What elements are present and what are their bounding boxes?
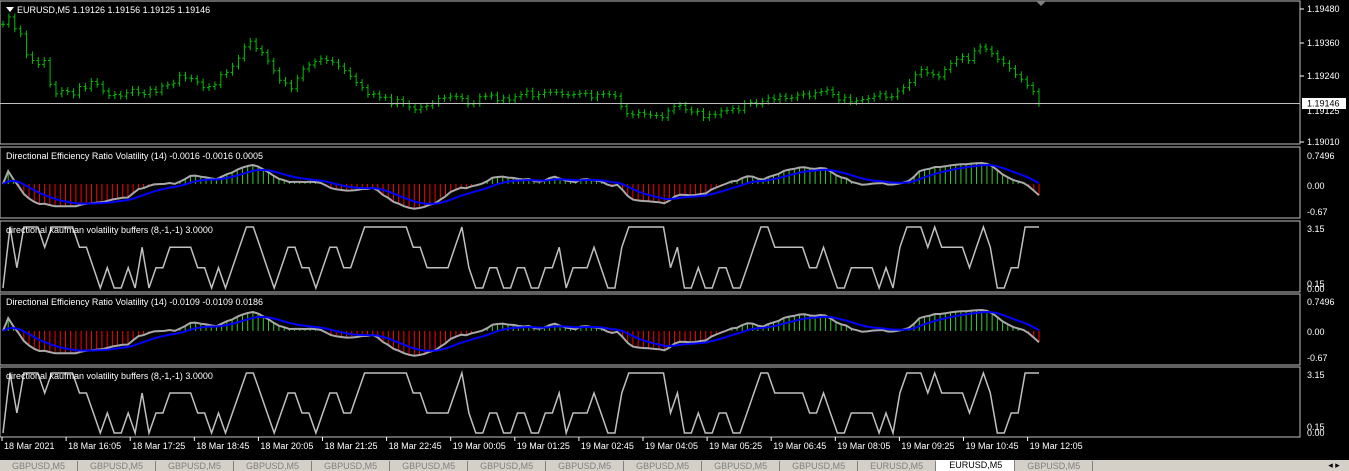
time-label: 19 Mar 08:05 <box>837 441 890 451</box>
price-panel-frame <box>0 0 1301 145</box>
chart-tabs-bar: GBPUSD,M5 GBPUSD,M5 GBPUSD,M5 GBPUSD,M5 GBPU… <box>0 460 1349 471</box>
time-label: 18 Mar 21:25 <box>325 441 378 451</box>
indicator-axis: 3.15 0.15 0.00 <box>1307 224 1325 294</box>
indicator-panel-buffers-1[interactable]: directional kaufman volatility buffers (… <box>0 220 1325 294</box>
chart-tab[interactable]: GBPUSD,M5 <box>780 461 859 471</box>
chart-tab[interactable]: GBPUSD,M5 <box>468 461 547 471</box>
axis-tick: 3.15 <box>1307 224 1325 234</box>
price-tick: 1.19010 <box>1307 137 1340 147</box>
chart-tab[interactable]: GBPUSD,M5 <box>390 461 469 471</box>
axis-tick: 0.00 <box>1307 181 1325 191</box>
price-axis: 1.19480 1.19360 1.19240 1.19125 1.19010 … <box>1300 4 1346 147</box>
axis-tick: 0.00 <box>1307 428 1325 438</box>
time-label: 19 Mar 06:45 <box>773 441 826 451</box>
axis-tick: -0.67 <box>1307 353 1328 363</box>
time-label: 19 Mar 05:25 <box>709 441 762 451</box>
chart-area[interactable]: EURUSD,M5 1.19126 1.19156 1.19125 1.1914… <box>0 0 1349 460</box>
time-label: 18 Mar 17:25 <box>132 441 185 451</box>
indicator-title: directional kaufman volatility buffers (… <box>6 371 213 381</box>
time-axis: 18 Mar 2021 18 Mar 16:05 18 Mar 17:25 18 Ma… <box>1 437 1083 451</box>
indicator-panel-buffers-2[interactable]: directional kaufman volatility buffers (… <box>0 366 1325 438</box>
time-label: 18 Mar 2021 <box>4 441 55 451</box>
axis-tick: 0.7496 <box>1307 151 1335 161</box>
time-label: 18 Mar 22:45 <box>389 441 442 451</box>
price-header: EURUSD,M5 1.19126 1.19156 1.19125 1.1914… <box>17 5 210 15</box>
chart-tab[interactable]: GBPUSD,M5 <box>0 461 79 471</box>
chart-tab[interactable]: GBPUSD,M5 <box>78 461 157 471</box>
chart-tab[interactable]: GBPUSD,M5 <box>312 461 391 471</box>
indicator-title: Directional Efficiency Ratio Volatility … <box>6 151 263 161</box>
time-label: 19 Mar 02:45 <box>581 441 634 451</box>
price-tick: 1.19360 <box>1307 38 1340 48</box>
time-label: 19 Mar 10:45 <box>966 441 1019 451</box>
indicator-axis: 0.7496 0.00 -0.67 <box>1307 297 1335 363</box>
time-label: 19 Mar 04:05 <box>645 441 698 451</box>
indicator-axis: 3.15 0.15 0.00 <box>1307 370 1325 438</box>
indicator-title: directional kaufman volatility buffers (… <box>6 225 213 235</box>
chart-tab[interactable]: GBPUSD,M5 <box>624 461 703 471</box>
time-label: 19 Mar 01:25 <box>517 441 570 451</box>
axis-tick: 0.00 <box>1307 327 1325 337</box>
tab-scroll-arrows-icon[interactable]: ◂ ▸ <box>1319 460 1349 471</box>
axis-tick: 0.00 <box>1307 284 1325 294</box>
chart-tab[interactable]: EURUSD,M5 <box>858 461 937 471</box>
current-price-label: 1.19146 <box>1307 99 1340 109</box>
indicator-panel-er-2[interactable]: Directional Efficiency Ratio Volatility … <box>0 293 1335 366</box>
chart-tab[interactable]: EURUSD,M5 <box>936 460 1016 471</box>
time-label: 18 Mar 16:05 <box>68 441 121 451</box>
time-label: 18 Mar 20:05 <box>260 441 313 451</box>
axis-tick: 0.7496 <box>1307 297 1335 307</box>
chart-tab[interactable]: GBPUSD,M5 <box>234 461 313 471</box>
indicator-title: Directional Efficiency Ratio Volatility … <box>6 297 263 307</box>
chart-tab[interactable]: GBPUSD,M5 <box>702 461 781 471</box>
price-tick: 1.19480 <box>1307 4 1340 14</box>
chart-tab[interactable]: GBPUSD,M5 <box>156 461 235 471</box>
chart-tab[interactable]: GBPUSD,M5 <box>546 461 625 471</box>
time-label: 19 Mar 09:25 <box>901 441 954 451</box>
indicator-axis: 0.7496 0.00 -0.67 <box>1307 151 1335 217</box>
time-label: 19 Mar 00:05 <box>453 441 506 451</box>
chart-tab[interactable]: GBPUSD,M5 <box>1015 461 1094 471</box>
price-tick: 1.19240 <box>1307 71 1340 81</box>
price-panel[interactable]: EURUSD,M5 1.19126 1.19156 1.19125 1.1914… <box>0 0 1346 147</box>
indicator-panel-er-1[interactable]: Directional Efficiency Ratio Volatility … <box>0 146 1335 219</box>
time-label: 18 Mar 18:45 <box>196 441 249 451</box>
time-label: 19 Mar 12:05 <box>1030 441 1083 451</box>
axis-tick: 3.15 <box>1307 370 1325 380</box>
axis-tick: -0.67 <box>1307 207 1328 217</box>
